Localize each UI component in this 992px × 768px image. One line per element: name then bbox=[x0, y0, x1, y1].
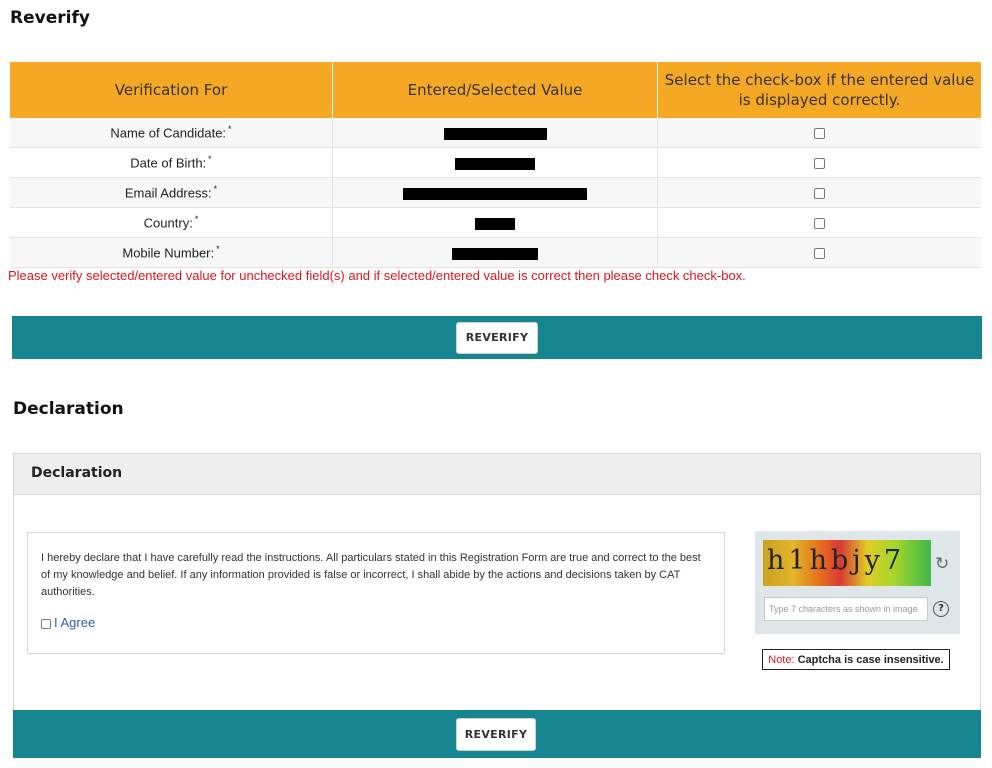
declaration-panel-header: Declaration bbox=[14, 454, 980, 495]
confirm-checkbox[interactable] bbox=[814, 188, 825, 200]
agree-checkbox[interactable] bbox=[41, 618, 51, 629]
row-label: Date of Birth: * bbox=[10, 147, 333, 178]
captcha-widget: h1hbjy7 ↻ Type 7 characters as shown in … bbox=[755, 531, 960, 634]
required-marker: * bbox=[216, 244, 220, 255]
captcha-image: h1hbjy7 bbox=[763, 540, 931, 586]
confirm-checkbox[interactable] bbox=[814, 248, 825, 260]
required-marker: * bbox=[213, 184, 218, 195]
row-label-text: Date of Birth: bbox=[130, 155, 207, 171]
redacted-value bbox=[403, 187, 587, 200]
row-label-text: Name of Candidate: bbox=[110, 125, 227, 141]
column-header-verification-for: Verification For bbox=[10, 62, 333, 118]
table-row: Mobile Number: * bbox=[10, 237, 981, 268]
verification-warning: Please verify selected/entered value for… bbox=[8, 268, 746, 283]
required-marker: * bbox=[208, 154, 212, 165]
row-checkbox-cell bbox=[657, 147, 981, 178]
row-value bbox=[332, 237, 658, 268]
row-label-text: Email Address: bbox=[124, 185, 212, 201]
row-label: Mobile Number: * bbox=[10, 237, 333, 268]
row-checkbox-cell bbox=[657, 118, 981, 148]
required-marker: * bbox=[194, 214, 199, 225]
row-value bbox=[332, 118, 658, 148]
table-row: Name of Candidate: * bbox=[10, 118, 981, 148]
row-checkbox-cell bbox=[657, 207, 981, 238]
redacted-value bbox=[475, 217, 515, 230]
refresh-icon[interactable]: ↻ bbox=[935, 554, 949, 574]
redacted-value bbox=[455, 157, 535, 170]
row-label-text: Country: bbox=[143, 215, 193, 231]
declaration-panel-title: Declaration bbox=[31, 465, 123, 481]
declaration-box: I hereby declare that I have carefully r… bbox=[27, 532, 725, 654]
table-header-row: Verification For Entered/Selected Value … bbox=[10, 62, 981, 118]
table-row: Country: * bbox=[10, 207, 981, 238]
redacted-value bbox=[443, 127, 547, 140]
redacted-value bbox=[452, 247, 538, 260]
table-row: Email Address: * bbox=[10, 177, 981, 208]
row-checkbox-cell bbox=[657, 237, 981, 268]
column-header-confirm-checkbox: Select the check-box if the entered valu… bbox=[657, 62, 981, 118]
confirm-checkbox[interactable] bbox=[814, 218, 825, 230]
confirm-checkbox[interactable] bbox=[814, 128, 825, 140]
declaration-text: I hereby declare that I have carefully r… bbox=[41, 552, 701, 598]
row-label-text: Mobile Number: bbox=[122, 245, 215, 261]
note-text: Captcha is case insensitive. bbox=[797, 654, 944, 666]
column-header-entered-value: Entered/Selected Value bbox=[332, 62, 658, 118]
confirm-checkbox[interactable] bbox=[814, 158, 825, 170]
row-label: Name of Candidate: * bbox=[10, 118, 333, 148]
row-value bbox=[332, 207, 658, 238]
row-checkbox-cell bbox=[657, 177, 981, 208]
reverify-title: Reverify bbox=[10, 8, 90, 28]
reverify-button[interactable]: REVERIFY bbox=[456, 322, 538, 354]
agree-label[interactable]: I Agree bbox=[54, 615, 95, 630]
verification-table: Verification For Entered/Selected Value … bbox=[10, 62, 981, 268]
declaration-reverify-button[interactable]: REVERIFY bbox=[456, 718, 536, 751]
captcha-input[interactable]: Type 7 characters as shown in image bbox=[764, 597, 928, 621]
note-label: Note: bbox=[768, 654, 795, 666]
table-row: Date of Birth: * bbox=[10, 147, 981, 178]
row-label: Country: * bbox=[10, 207, 333, 238]
captcha-text: h1hbjy7 bbox=[767, 545, 906, 576]
captcha-note: Note: Captcha is case insensitive. bbox=[762, 649, 950, 670]
row-label: Email Address: * bbox=[10, 177, 333, 208]
help-icon[interactable]: ? bbox=[933, 601, 949, 617]
row-value bbox=[332, 147, 658, 178]
agree-option[interactable]: I Agree bbox=[41, 615, 95, 630]
required-marker: * bbox=[228, 124, 232, 135]
row-value bbox=[332, 177, 658, 208]
declaration-title: Declaration bbox=[13, 399, 124, 419]
